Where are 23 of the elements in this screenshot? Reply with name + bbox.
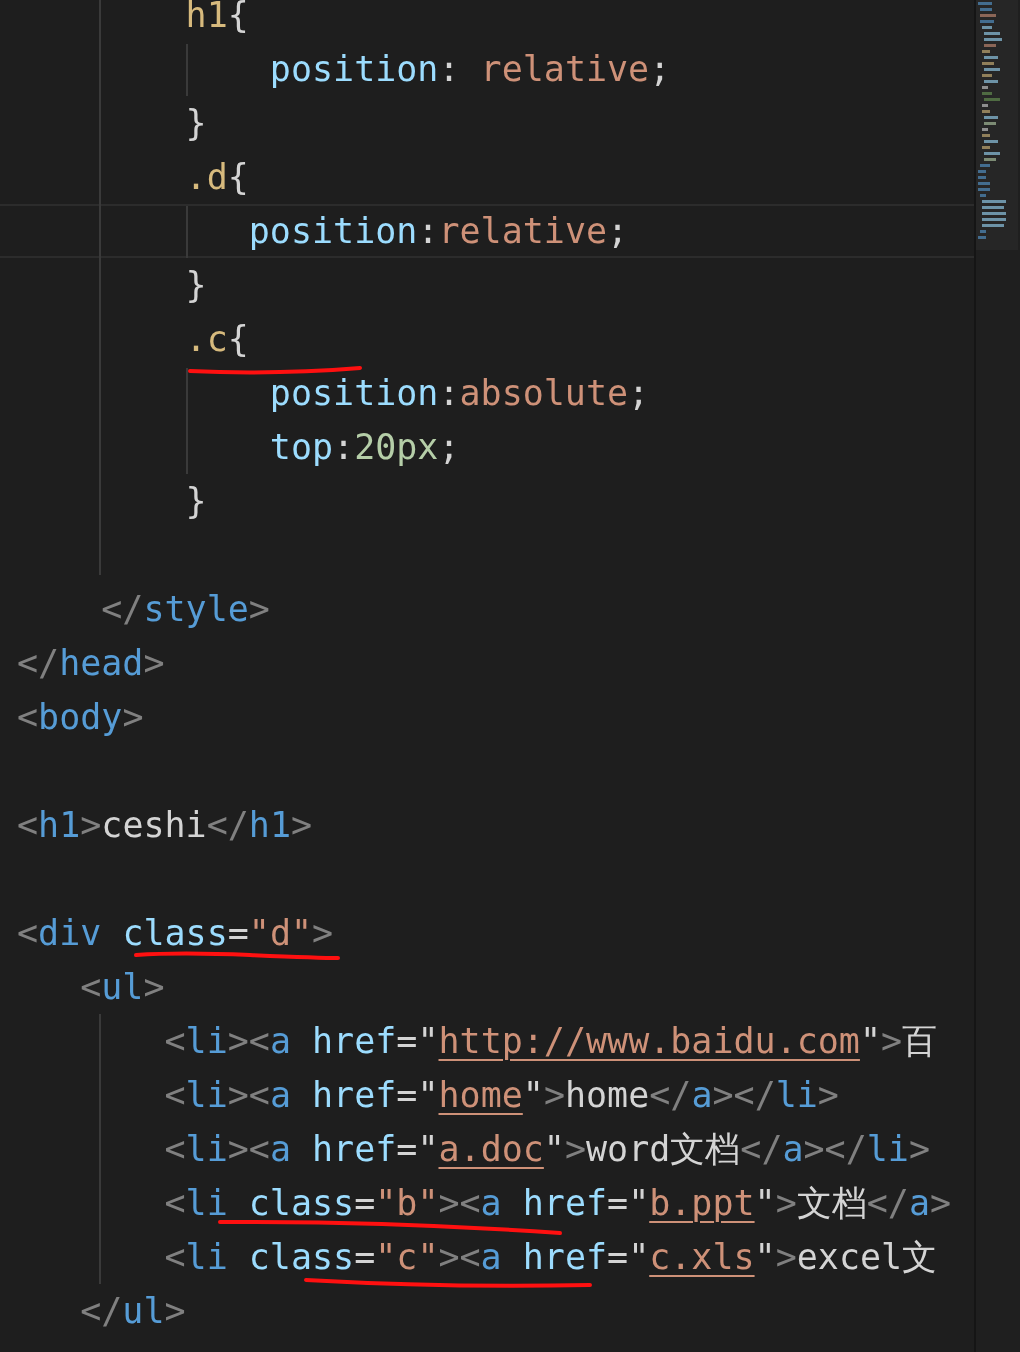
code-line: <li><a href="home">home</a></li> [163, 1075, 839, 1115]
code-line: .d{ [184, 157, 249, 197]
code-line: <li class="b"><a href="b.ppt">文档</a> [163, 1183, 952, 1223]
code-line: </ul> [79, 1291, 186, 1331]
code-line: position:relative; [247, 211, 629, 251]
code-line: position:absolute; [268, 373, 650, 413]
code-line: top:20px; [268, 427, 460, 467]
code-line: </style> [100, 589, 270, 629]
code-line: } [184, 265, 207, 305]
code-line: <li class="c"><a href="c.xls">excel文 [163, 1237, 938, 1277]
code-line: <div class="d"> [17, 913, 334, 953]
code-line: .c{ [184, 319, 249, 359]
code-line: <li><a href="http://www.baidu.com">百 [163, 1021, 938, 1061]
code-line: h1{ [184, 0, 249, 35]
code-line: } [184, 481, 207, 521]
code-line: <li><a href="a.doc">word文档</a></li> [163, 1129, 930, 1169]
code-line: } [184, 103, 207, 143]
code-line: <ul> [79, 967, 165, 1007]
code-line: <body> [17, 697, 144, 737]
code-line: </head> [17, 643, 165, 683]
code-line: <h1>ceshi</h1> [17, 805, 313, 845]
minimap-drawing[interactable] [976, 0, 1018, 250]
code-line: position: relative; [268, 49, 671, 89]
